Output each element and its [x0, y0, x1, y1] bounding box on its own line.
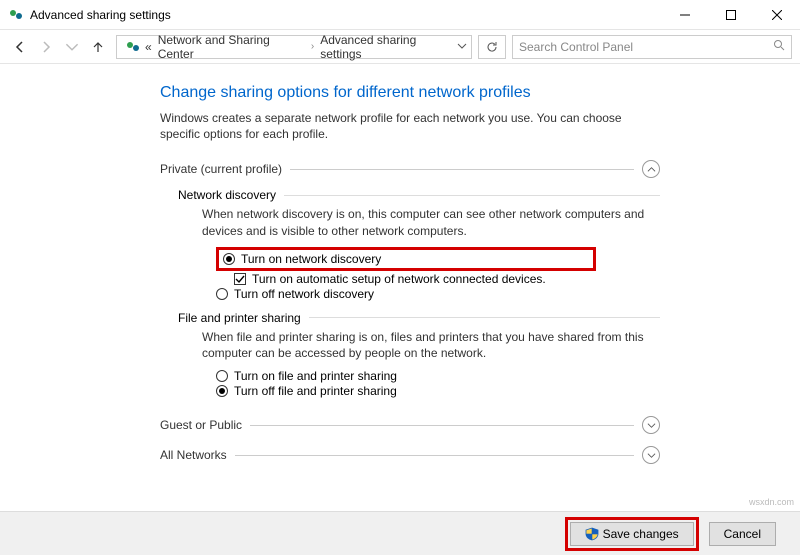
subsection-file-printer: File and printer sharing [178, 311, 660, 325]
cancel-button-label: Cancel [724, 527, 761, 541]
breadcrumb: « Network and Sharing Center › Advanced … [145, 33, 457, 61]
recent-dropdown[interactable] [60, 35, 84, 59]
refresh-button[interactable] [478, 35, 506, 59]
section-guest-label: Guest or Public [160, 418, 242, 432]
titlebar: Advanced sharing settings [0, 0, 800, 30]
cancel-button[interactable]: Cancel [709, 522, 776, 546]
divider [235, 455, 634, 456]
radio-fp-on-label: Turn on file and printer sharing [234, 369, 397, 383]
search-placeholder: Search Control Panel [519, 40, 773, 54]
network-discovery-options: Turn on network discovery Turn on automa… [216, 247, 660, 301]
breadcrumb-item-2[interactable]: Advanced sharing settings [320, 33, 457, 61]
chevron-right-icon: › [311, 41, 314, 52]
save-button[interactable]: Save changes [570, 522, 694, 546]
maximize-button[interactable] [708, 0, 754, 29]
search-icon [773, 39, 785, 54]
bottom-bar: Save changes Cancel [0, 511, 800, 555]
checkbox-auto-setup-label: Turn on automatic setup of network conne… [252, 272, 546, 286]
divider [309, 317, 660, 318]
file-printer-options: Turn on file and printer sharing Turn of… [216, 369, 660, 398]
page-description: Windows creates a separate network profi… [160, 110, 660, 142]
breadcrumb-prefix: « [145, 40, 152, 54]
radio-nd-off-label: Turn off network discovery [234, 287, 374, 301]
address-bar[interactable]: « Network and Sharing Center › Advanced … [116, 35, 472, 59]
highlight-turn-on-network-discovery: Turn on network discovery [216, 247, 596, 271]
breadcrumb-item-1[interactable]: Network and Sharing Center [158, 33, 305, 61]
address-dropdown[interactable] [457, 40, 467, 54]
section-private[interactable]: Private (current profile) [160, 160, 660, 178]
radio-fp-off-row: Turn off file and printer sharing [216, 384, 660, 398]
page-title: Change sharing options for different net… [160, 84, 660, 102]
checkbox-auto-setup[interactable] [234, 273, 246, 285]
radio-nd-off-row: Turn off network discovery [216, 287, 660, 301]
chevron-up-icon[interactable] [642, 160, 660, 178]
divider [250, 425, 634, 426]
section-guest[interactable]: Guest or Public [160, 416, 660, 434]
divider [290, 169, 634, 170]
location-icon [125, 39, 141, 55]
network-discovery-description: When network discovery is on, this compu… [202, 206, 660, 238]
search-input[interactable]: Search Control Panel [512, 35, 792, 59]
section-private-label: Private (current profile) [160, 162, 282, 176]
section-all-label: All Networks [160, 448, 227, 462]
network-discovery-heading: Network discovery [178, 188, 276, 202]
file-printer-heading: File and printer sharing [178, 311, 301, 325]
radio-nd-on[interactable] [223, 253, 235, 265]
save-button-label: Save changes [603, 527, 679, 541]
file-printer-description: When file and printer sharing is on, fil… [202, 329, 660, 361]
app-icon [8, 7, 24, 23]
section-all-networks[interactable]: All Networks [160, 446, 660, 464]
radio-fp-on-row: Turn on file and printer sharing [216, 369, 660, 383]
watermark: wsxdn.com [749, 497, 794, 507]
content: Change sharing options for different net… [0, 64, 800, 464]
window-controls [662, 0, 800, 29]
radio-fp-on[interactable] [216, 370, 228, 382]
nav-row: « Network and Sharing Center › Advanced … [0, 30, 800, 64]
minimize-button[interactable] [662, 0, 708, 29]
shield-icon [585, 527, 599, 541]
radio-fp-off[interactable] [216, 385, 228, 397]
divider [284, 195, 660, 196]
radio-nd-on-label: Turn on network discovery [241, 252, 381, 266]
radio-nd-off[interactable] [216, 288, 228, 300]
forward-button[interactable] [34, 35, 58, 59]
back-button[interactable] [8, 35, 32, 59]
window-title: Advanced sharing settings [30, 8, 171, 22]
close-button[interactable] [754, 0, 800, 29]
highlight-save-button: Save changes [565, 517, 699, 551]
radio-fp-off-label: Turn off file and printer sharing [234, 384, 397, 398]
subsection-network-discovery: Network discovery [178, 188, 660, 202]
chevron-down-icon[interactable] [642, 446, 660, 464]
chevron-down-icon[interactable] [642, 416, 660, 434]
checkbox-auto-setup-row: Turn on automatic setup of network conne… [234, 272, 660, 286]
up-button[interactable] [86, 35, 110, 59]
